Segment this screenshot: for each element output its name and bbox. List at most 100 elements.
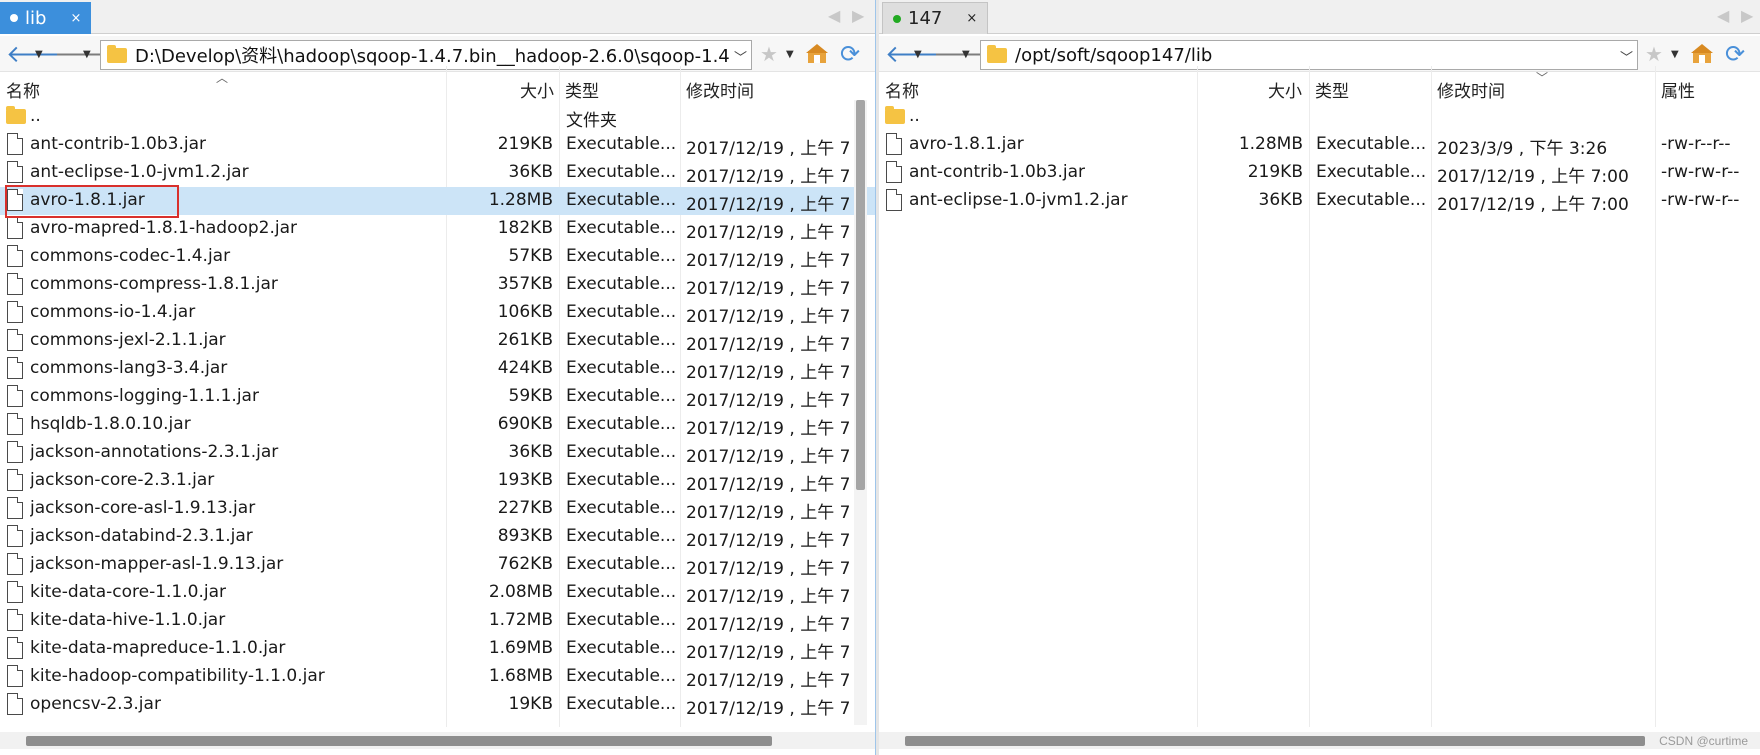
file-size: 762KB bbox=[497, 554, 553, 574]
file-name: avro-1.8.1.jar bbox=[30, 190, 145, 210]
file-modified: 2017/12/19 , 上午 7 bbox=[686, 391, 850, 411]
file-type: Executable... bbox=[566, 302, 676, 322]
table-row[interactable]: commons-codec-1.4.jar 57KB Executable... 20… bbox=[0, 243, 875, 271]
file-modified: 2017/12/19 , 上午 7 bbox=[686, 419, 850, 439]
refresh-icon[interactable]: ⟳ bbox=[840, 40, 860, 68]
file-modified: 2017/12/19 , 上午 7 bbox=[686, 195, 850, 215]
column-header-size[interactable]: 大小 bbox=[1268, 77, 1302, 102]
file-type: Executable... bbox=[1316, 162, 1427, 182]
column-header-name[interactable]: 名称 bbox=[6, 77, 40, 102]
table-row[interactable]: jackson-annotations-2.3.1.jar 36KB Executa… bbox=[0, 439, 875, 467]
star-icon[interactable]: ★ bbox=[1645, 41, 1663, 67]
table-row[interactable]: avro-mapred-1.8.1-hadoop2.jar 182KB Execut… bbox=[0, 215, 875, 243]
table-row[interactable]: ant-eclipse-1.0-jvm1.2.jar 36KB Executable… bbox=[879, 187, 1760, 215]
column-header-type[interactable]: 类型 bbox=[565, 77, 599, 102]
scrollbar-thumb[interactable] bbox=[856, 100, 865, 490]
tab-scroll-right-icon[interactable]: ▶ bbox=[852, 6, 864, 25]
back-dropdown-icon[interactable]: ▼ bbox=[914, 41, 922, 67]
table-row[interactable]: commons-io-1.4.jar 106KB Executable... 2017… bbox=[0, 299, 875, 327]
column-header-name[interactable]: 名称 bbox=[885, 77, 919, 102]
file-size: 227KB bbox=[497, 498, 553, 518]
file-size: 57KB bbox=[508, 246, 553, 266]
tab-close-icon[interactable]: × bbox=[70, 11, 81, 26]
column-header-modified[interactable]: 修改时间 bbox=[1437, 77, 1505, 102]
file-icon bbox=[7, 581, 23, 603]
file-modified: 2017/12/19 , 上午 7 bbox=[686, 531, 850, 551]
file-modified: 2017/12/19 , 上午 7 bbox=[686, 475, 850, 495]
right-horizontal-scrollbar[interactable] bbox=[879, 732, 1760, 749]
table-row[interactable]: ant-contrib-1.0b3.jar 219KB Executable... 2… bbox=[879, 159, 1760, 187]
tab-label: lib bbox=[25, 7, 47, 29]
table-row[interactable]: commons-jexl-2.1.1.jar 261KB Executable...… bbox=[0, 327, 875, 355]
star-icon[interactable]: ★ bbox=[760, 41, 778, 67]
back-dropdown-icon[interactable]: ▼ bbox=[35, 41, 43, 67]
column-header-size[interactable]: 大小 bbox=[520, 77, 554, 102]
table-row[interactable]: jackson-mapper-asl-1.9.13.jar 762KB Execut… bbox=[0, 551, 875, 579]
path-input[interactable]: D:\Develop\资料\hadoop\sqoop-1.4.7.bin__ha… bbox=[100, 40, 752, 70]
scrollbar-thumb[interactable] bbox=[26, 736, 772, 746]
table-row[interactable]: kite-data-core-1.1.0.jar 2.08MB Executable… bbox=[0, 579, 875, 607]
tab-scroll-left-icon[interactable]: ◀ bbox=[1717, 6, 1729, 25]
list-item-parent[interactable]: .. 文件夹 bbox=[0, 103, 875, 131]
file-name: avro-mapred-1.8.1-hadoop2.jar bbox=[30, 218, 298, 238]
file-type: Executable... bbox=[566, 358, 676, 378]
file-type: Executable... bbox=[1316, 190, 1427, 210]
table-row[interactable]: jackson-core-2.3.1.jar 193KB Executable...… bbox=[0, 467, 875, 495]
file-modified: 2017/12/19 , 上午 7 bbox=[686, 643, 850, 663]
file-size: 357KB bbox=[497, 274, 553, 294]
bookmark-dropdown-icon[interactable]: ▼ bbox=[1671, 41, 1679, 67]
left-horizontal-scrollbar[interactable] bbox=[0, 732, 875, 749]
file-type: Executable... bbox=[566, 386, 676, 406]
forward-dropdown-icon[interactable]: ▼ bbox=[962, 41, 970, 67]
left-tabbar: lib × ◀ ▶ bbox=[0, 0, 875, 34]
table-row[interactable]: ant-contrib-1.0b3.jar 219KB Executable... 2… bbox=[0, 131, 875, 159]
home-icon[interactable] bbox=[806, 41, 828, 67]
remote-pane: 147 × ◀ ▶ 🡐 ▼ 🡒 ▼ /opt/soft/sqoop147/lib… bbox=[879, 0, 1760, 755]
forward-dropdown-icon[interactable]: ▼ bbox=[83, 41, 91, 67]
right-navbar: 🡐 ▼ 🡒 ▼ /opt/soft/sqoop147/lib ﹀ ★ ▼ ⟳ bbox=[879, 36, 1760, 72]
file-icon bbox=[7, 469, 23, 491]
file-size: 1.69MB bbox=[488, 638, 553, 658]
file-modified: 2017/12/19 , 上午 7 bbox=[686, 167, 850, 187]
column-header-modified[interactable]: 修改时间 bbox=[686, 77, 754, 102]
file-type: 文件夹 bbox=[566, 111, 617, 131]
table-row[interactable]: jackson-core-asl-1.9.13.jar 227KB Executab… bbox=[0, 495, 875, 523]
table-row[interactable]: opencsv-2.3.jar 19KB Executable... 2017/12/… bbox=[0, 691, 875, 719]
path-dropdown-icon[interactable]: ﹀ bbox=[729, 47, 747, 66]
file-size: 182KB bbox=[497, 218, 553, 238]
home-icon[interactable] bbox=[1691, 41, 1713, 67]
table-row[interactable]: hsqldb-1.8.0.10.jar 690KB Executable... 201… bbox=[0, 411, 875, 439]
list-item-parent[interactable]: .. bbox=[879, 103, 1760, 131]
path-dropdown-icon[interactable]: ﹀ bbox=[1615, 47, 1633, 66]
table-row[interactable]: jackson-databind-2.3.1.jar 893KB Executabl… bbox=[0, 523, 875, 551]
table-row[interactable]: avro-1.8.1.jar 1.28MB Executable... 2017/12… bbox=[0, 187, 875, 215]
table-row[interactable]: kite-hadoop-compatibility-1.1.0.jar 1.68M… bbox=[0, 663, 875, 691]
file-type: Executable... bbox=[566, 190, 676, 210]
table-row[interactable]: commons-lang3-3.4.jar 424KB Executable... 2… bbox=[0, 355, 875, 383]
scrollbar-thumb[interactable] bbox=[905, 736, 1645, 746]
tab-147[interactable]: 147 × bbox=[882, 2, 989, 34]
tab-scroll-right-icon[interactable]: ▶ bbox=[1741, 6, 1753, 25]
table-row[interactable]: kite-data-mapreduce-1.1.0.jar 1.69MB Execu… bbox=[0, 635, 875, 663]
file-size: 36KB bbox=[1258, 190, 1303, 210]
column-header-attributes[interactable]: 属性 bbox=[1661, 77, 1695, 102]
file-icon bbox=[7, 413, 23, 435]
table-row[interactable]: commons-logging-1.1.1.jar 59KB Executable.… bbox=[0, 383, 875, 411]
column-header-type[interactable]: 类型 bbox=[1315, 77, 1349, 102]
file-icon bbox=[7, 637, 23, 659]
file-size: 219KB bbox=[497, 134, 553, 154]
tab-lib[interactable]: lib × bbox=[0, 2, 92, 34]
file-type: Executable... bbox=[566, 330, 676, 350]
left-vertical-scrollbar[interactable] bbox=[854, 100, 867, 725]
table-row[interactable]: kite-data-hive-1.1.0.jar 1.72MB Executable… bbox=[0, 607, 875, 635]
table-row[interactable]: ant-eclipse-1.0-jvm1.2.jar 36KB Executable… bbox=[0, 159, 875, 187]
table-row[interactable]: avro-1.8.1.jar 1.28MB Executable... 2023/3/… bbox=[879, 131, 1760, 159]
refresh-icon[interactable]: ⟳ bbox=[1725, 40, 1745, 68]
file-icon bbox=[7, 133, 23, 155]
table-row[interactable]: commons-compress-1.8.1.jar 357KB Executabl… bbox=[0, 271, 875, 299]
tab-close-icon[interactable]: × bbox=[966, 11, 977, 26]
tab-scroll-left-icon[interactable]: ◀ bbox=[828, 6, 840, 25]
file-size: 690KB bbox=[497, 414, 553, 434]
file-size: 261KB bbox=[497, 330, 553, 350]
bookmark-dropdown-icon[interactable]: ▼ bbox=[786, 41, 794, 67]
